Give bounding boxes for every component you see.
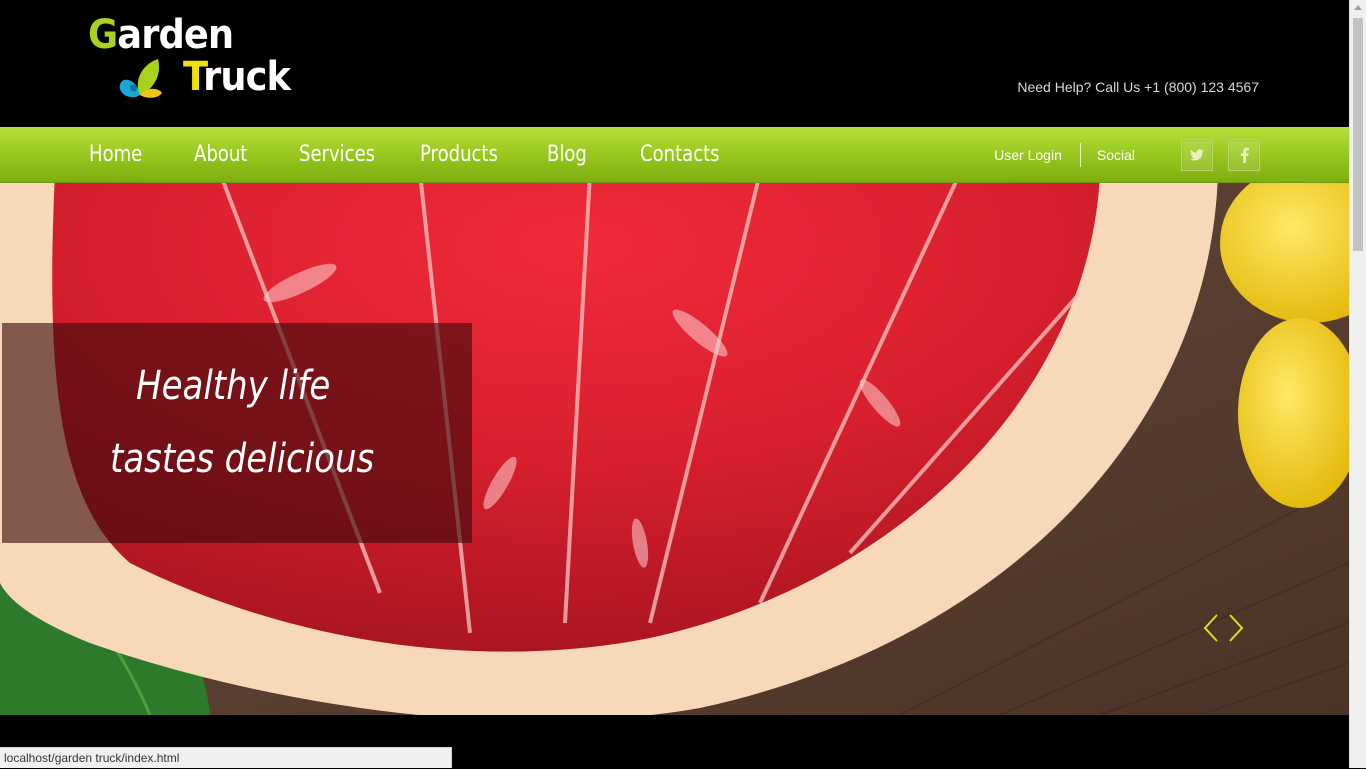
page-scrollbar[interactable] bbox=[1349, 0, 1366, 768]
social-label: Social bbox=[1096, 146, 1135, 163]
hero-slider: Healthy life tastes delicious bbox=[0, 183, 1349, 715]
facebook-icon bbox=[1240, 147, 1249, 163]
nav-item-contacts[interactable]: Contacts bbox=[640, 127, 720, 182]
caption-line-1: Healthy life bbox=[136, 363, 331, 409]
page: Garden Truck Need Help? Call Us +1 (800)… bbox=[0, 0, 1349, 768]
nav-divider bbox=[1079, 142, 1081, 167]
nav-item-about[interactable]: About bbox=[194, 127, 280, 182]
nav-menu: Home About Services Products Blog Contac… bbox=[89, 127, 730, 182]
logo-word-truck: Truck bbox=[183, 54, 291, 100]
logo[interactable]: Garden Truck bbox=[88, 12, 298, 104]
nav-item-home[interactable]: Home bbox=[89, 127, 175, 182]
logo-initial-t: T bbox=[183, 54, 204, 100]
slider-next-arrow-icon[interactable] bbox=[1227, 613, 1245, 643]
nav-item-products[interactable]: Products bbox=[420, 127, 524, 182]
butterfly-leaf-icon bbox=[119, 59, 162, 98]
scrollbar-thumb[interactable] bbox=[1353, 18, 1363, 251]
nav-item-services[interactable]: Services bbox=[299, 127, 398, 182]
twitter-icon bbox=[1190, 148, 1204, 161]
logo-initial-g: G bbox=[88, 12, 118, 58]
slider-prev-arrow-icon[interactable] bbox=[1202, 613, 1220, 643]
main-nav: Home About Services Products Blog Contac… bbox=[0, 127, 1349, 183]
caption-line-2: tastes delicious bbox=[110, 436, 375, 482]
logo-word-rest: ruck bbox=[203, 54, 291, 100]
browser-status-url: localhost/garden truck/index.html bbox=[0, 747, 452, 768]
user-login-link[interactable]: User Login bbox=[994, 147, 1062, 163]
logo-word-garden: Garden bbox=[88, 12, 234, 58]
slide-caption: Healthy life tastes delicious bbox=[2, 323, 472, 543]
nav-item-blog[interactable]: Blog bbox=[547, 127, 623, 182]
help-phone-text: Need Help? Call Us +1 (800) 123 4567 bbox=[1017, 79, 1259, 95]
facebook-button[interactable] bbox=[1228, 138, 1260, 171]
scroll-up-arrow-icon[interactable] bbox=[1354, 5, 1362, 10]
logo-word-rest: arden bbox=[117, 12, 234, 58]
nav-right: User Login Social bbox=[994, 127, 1260, 182]
twitter-button[interactable] bbox=[1181, 138, 1213, 171]
